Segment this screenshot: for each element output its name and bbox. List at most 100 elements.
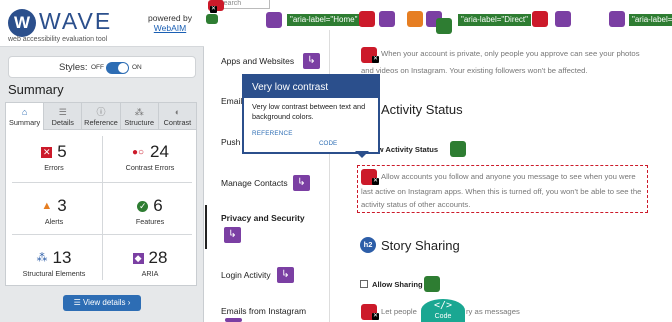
checkbox-label: Allow Sharing [372, 280, 423, 289]
close-icon: ✕ [210, 6, 217, 13]
toggle-knob [118, 63, 128, 73]
styles-toggle[interactable] [106, 62, 129, 74]
stat-label: Alerts [44, 217, 64, 226]
view-details-button[interactable]: ☰ View details › [63, 295, 141, 311]
stat-aria[interactable]: ◆ 28 ARIA [102, 248, 198, 300]
stat-value: 24 [150, 142, 169, 161]
checkbox[interactable] [360, 280, 368, 288]
stat-errors[interactable]: ✕ 5 Errors [6, 142, 102, 194]
stat-contrast-errors[interactable]: ●○ 24 Contrast Errors [102, 142, 198, 194]
story-sharing-heading: Story Sharing [381, 238, 460, 253]
wave-logo-icon: W [8, 9, 36, 37]
structure-icon: ⁂ [134, 107, 144, 117]
stat-label: Structural Elements [22, 269, 86, 278]
code-label: Code [434, 313, 452, 320]
styles-label: Styles: [59, 62, 88, 73]
nav-login-activity[interactable]: Login Activity [221, 270, 271, 280]
tab-label: Summary [8, 118, 41, 127]
let-people-text: ry as messages [466, 307, 520, 316]
aria-icon: ↳ [303, 53, 320, 69]
wave-sidebar: W WAVE web accessibility evaluation tool… [0, 0, 204, 322]
toggle-off-label: OFF [91, 64, 104, 71]
tab-label: Details [51, 118, 74, 127]
nav-privacy-security[interactable]: Privacy and Security [221, 213, 305, 223]
close-icon: ✕ [372, 178, 379, 185]
contrast-error-icon: ●○ [131, 147, 145, 158]
tab-details[interactable]: ☰ Details [44, 102, 83, 130]
contrast-icon: ◐ [174, 107, 181, 117]
stat-structural[interactable]: ⁂ 13 Structural Elements [6, 248, 102, 300]
nav-emails-instagram[interactable]: Emails from Instagram [221, 306, 306, 316]
webaim-link[interactable]: WebAIM [140, 23, 200, 33]
powered-by-text: powered by [148, 13, 192, 23]
info-icon: ⓘ [96, 107, 106, 117]
allow-sharing-checkbox[interactable]: Allow Sharing [360, 280, 423, 289]
tab-label: Reference [84, 118, 118, 127]
activity-status-description: Allow accounts you follow and anyone you… [381, 172, 636, 181]
contrast-error-icon[interactable] [532, 11, 548, 27]
close-icon: ✕ [372, 313, 379, 320]
private-account-text: When your account is private, only peopl… [381, 47, 640, 60]
alert-icon[interactable] [407, 11, 423, 27]
wave-logo-text: WAVE [39, 8, 113, 34]
aria-icon[interactable] [266, 12, 282, 28]
stat-features[interactable]: ✓ 6 Features [102, 196, 198, 248]
aria-icon[interactable] [555, 11, 571, 27]
tooltip-code-link[interactable]: CODE [319, 140, 337, 147]
nav-push[interactable]: Push [221, 137, 240, 147]
tab-reference[interactable]: ⓘ Reference [82, 102, 121, 130]
heading-h2-icon[interactable]: h2 [360, 237, 376, 253]
stat-value: 28 [148, 248, 168, 267]
stat-label: Errors [44, 163, 64, 172]
aria-icon: ↳ [277, 267, 294, 283]
activity-status-description: activity status of other accounts. [361, 200, 471, 209]
alert-icon: ▲ [41, 200, 53, 212]
nav-apps-websites[interactable]: Apps and Websites [221, 56, 294, 66]
contrast-tooltip: Very low contrast Very low contrast betw… [242, 74, 380, 154]
text-line: When your account is private, only peopl… [381, 49, 640, 58]
nav-email[interactable]: Email [221, 96, 242, 106]
text-line: and videos on Instagram. Your existing f… [361, 66, 588, 75]
wave-tagline: web accessibility evaluation tool [8, 36, 108, 43]
stat-label: Features [135, 217, 165, 226]
contrast-error-icon[interactable] [359, 11, 375, 27]
aria-label-badge: "aria-label="Find F [629, 14, 672, 26]
activity-status-description: last active on Instagram apps. When this… [361, 187, 642, 196]
tab-structure[interactable]: ⁂ Structure [120, 102, 159, 130]
nav-manage-contacts[interactable]: Manage Contacts [221, 178, 288, 188]
tooltip-reference-link[interactable]: REFERENCE [252, 130, 293, 137]
private-account-text: and videos on Instagram. Your existing f… [361, 64, 588, 77]
tab-contrast[interactable]: ◐ Contrast [158, 102, 198, 130]
aria-icon: ↳ [293, 175, 310, 191]
let-people-text: Let people [381, 307, 417, 316]
tab-label: Structure [124, 118, 155, 127]
styles-toggle-box: Styles: OFF ON [8, 56, 196, 78]
aria-icon: ↳ [224, 227, 241, 243]
summary-panel: ✕ 5 Errors ●○ 24 Contrast Errors ▲ 3 Alerts… [5, 130, 197, 286]
feature-icon[interactable] [206, 14, 218, 24]
tooltip-body: Very low contrast between text and backg… [252, 102, 366, 121]
powered-by: powered by WebAIM [140, 13, 200, 33]
activity-status-heading: Activity Status [381, 102, 463, 117]
active-nav-indicator [205, 205, 207, 249]
structure-icon: ⁂ [36, 252, 48, 264]
tab-summary[interactable]: ⌂ Summary [5, 102, 45, 130]
error-icon: ✕ [41, 147, 53, 158]
tab-label: Contrast [163, 118, 192, 127]
feature-icon[interactable] [424, 276, 440, 292]
stat-value: 6 [153, 196, 163, 215]
tooltip-title: Very low contrast [244, 74, 378, 98]
wave-header: W WAVE web accessibility evaluation tool… [0, 0, 204, 47]
aria-icon [225, 318, 242, 322]
aria-icon[interactable] [609, 11, 625, 27]
stat-alerts[interactable]: ▲ 3 Alerts [6, 196, 102, 248]
aria-icon[interactable] [379, 11, 395, 27]
wave-tabs: ⌂ Summary ☰ Details ⓘ Reference ⁂ Structure … [5, 102, 198, 130]
feature-icon[interactable] [436, 18, 452, 34]
stat-label: ARIA [141, 269, 159, 278]
show-activity-status-label[interactable]: ow Activity Status [373, 145, 438, 154]
list-icon: ☰ [58, 107, 67, 117]
feature-icon[interactable] [450, 141, 466, 157]
stat-label: Contrast Errors [125, 163, 175, 172]
code-toggle-button[interactable]: </> Code [421, 299, 465, 322]
